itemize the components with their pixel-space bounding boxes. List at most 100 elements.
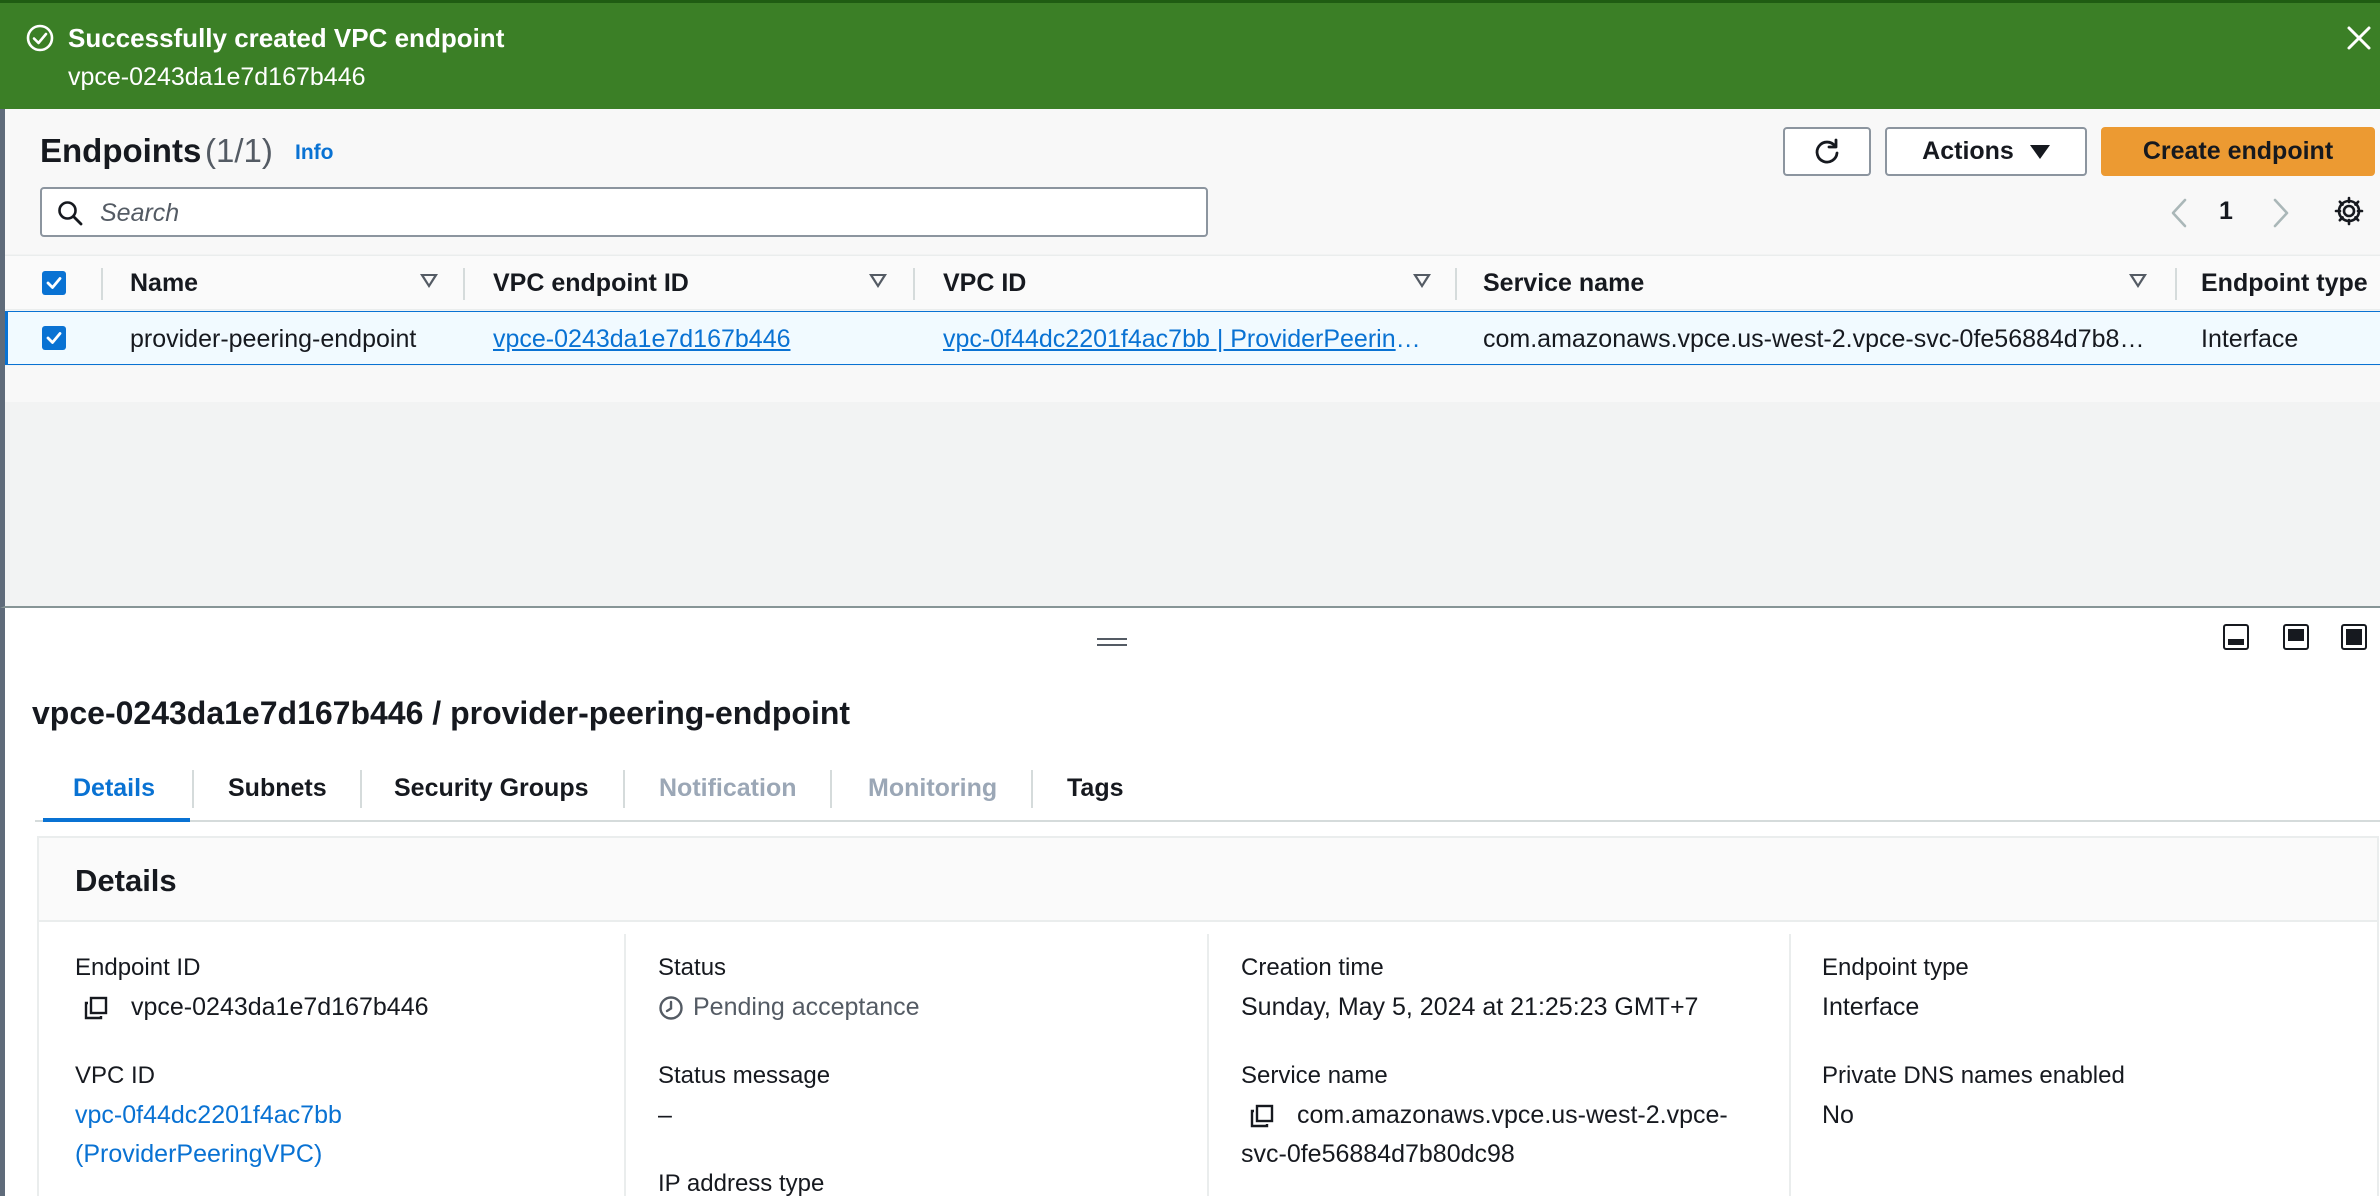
cell-name: provider-peering-endpoint <box>130 312 440 366</box>
section-title: Details <box>75 863 177 898</box>
panel-title: vpce-0243da1e7d167b446 / provider-peerin… <box>32 695 851 731</box>
column-divider[interactable] <box>463 268 465 300</box>
column-header-label: VPC endpoint ID <box>493 269 689 297</box>
endpoint-type-value: Interface <box>1822 993 1920 1021</box>
vpc-name-link[interactable]: (ProviderPeeringVPC) <box>75 1135 322 1173</box>
close-icon[interactable] <box>2344 23 2374 53</box>
service-name-value-line2: svc-0fe56884d7b80dc98 <box>1241 1140 1515 1168</box>
actions-dropdown-button[interactable]: Actions <box>1885 127 2087 176</box>
endpoint-name: provider-peering-endpoint <box>130 324 417 353</box>
creation-time-value: Sunday, May 5, 2024 at 21:25:23 GMT+7 <box>1241 993 1699 1021</box>
tab-monitoring: Monitoring <box>868 773 998 802</box>
sort-icon[interactable] <box>869 274 887 288</box>
sort-icon[interactable] <box>1413 274 1431 288</box>
check-circle-icon <box>26 24 54 52</box>
previous-page-icon[interactable] <box>2168 197 2190 229</box>
column-divider[interactable] <box>913 268 915 300</box>
panel-side-icon[interactable] <box>2283 624 2309 650</box>
cell-service-name: com.amazonaws.vpce.us-west-2.vpce-svc-0f… <box>1483 312 2149 366</box>
service-name-label: Service name <box>1241 1062 1388 1089</box>
flash-message: vpce-0243da1e7d167b446 <box>68 63 366 91</box>
tab-subnets[interactable]: Subnets <box>228 756 327 820</box>
tab-details[interactable]: Details <box>43 756 190 822</box>
endpoint-type: Interface <box>2201 324 2299 353</box>
tab-divider <box>360 770 362 808</box>
column-header-vpc-id[interactable]: VPC ID <box>943 256 1443 311</box>
column-divider <box>624 934 626 1196</box>
resize-handle-icon[interactable] <box>1097 638 1127 648</box>
search-input[interactable] <box>100 197 1190 229</box>
search-field[interactable] <box>40 187 1208 237</box>
column-header-endpoint-type[interactable]: Endpoint type <box>2201 256 2380 311</box>
page-title: Endpoints <box>40 132 202 169</box>
vpc-id-label: VPC ID <box>75 1062 156 1089</box>
refresh-button[interactable] <box>1783 127 1871 176</box>
column-header-label: Service name <box>1483 269 1645 297</box>
endpoint-type-label: Endpoint type <box>1822 954 1969 981</box>
actions-label: Actions <box>1922 137 2014 165</box>
tab-divider <box>623 770 625 808</box>
cell-endpoint-id: vpce-0243da1e7d167b446 <box>493 312 893 366</box>
create-endpoint-button[interactable]: Create endpoint <box>2101 127 2375 176</box>
tab-security-groups[interactable]: Security Groups <box>394 756 589 820</box>
tab-divider <box>192 770 194 808</box>
column-header-service-name[interactable]: Service name <box>1483 256 2163 311</box>
caret-down-icon <box>2029 144 2050 159</box>
endpoints-table-region: Endpoints (1/1) Info Actions Create endp… <box>0 109 2380 608</box>
status-value: Pending acceptance <box>693 993 920 1021</box>
clock-icon <box>659 996 683 1020</box>
column-header-endpoint-id[interactable]: VPC endpoint ID <box>493 256 893 311</box>
endpoint-id-link[interactable]: vpce-0243da1e7d167b446 <box>493 325 893 354</box>
column-header-label: Name <box>130 269 199 297</box>
column-divider <box>1789 934 1791 1196</box>
vpc-id-link[interactable]: vpc-0f44dc2201f4ac7bb <box>75 1096 342 1134</box>
private-dns-label: Private DNS names enabled <box>1822 1062 2125 1089</box>
vpc-id-link[interactable]: vpc-0f44dc2201f4ac7bb | ProviderPeeringV… <box>943 325 1433 354</box>
status-message-value: – <box>658 1101 672 1129</box>
tab-notification: Notification <box>659 773 797 802</box>
copy-icon[interactable] <box>1249 1103 1275 1129</box>
check-icon <box>46 332 62 344</box>
details-container: Details Endpoint ID vpce-0243da1e7d167b4… <box>37 836 2379 1196</box>
status-label: Status <box>658 954 727 981</box>
column-divider <box>101 268 103 300</box>
table-body-padding <box>5 366 2380 402</box>
table-header-row: Name VPC endpoint ID VPC ID Service name… <box>5 255 2380 310</box>
column-header-label: VPC ID <box>943 269 1027 297</box>
gear-icon[interactable] <box>2333 195 2365 227</box>
split-panel: vpce-0243da1e7d167b446 / provider-peerin… <box>0 608 2380 1196</box>
success-flash-banner: Successfully created VPC endpoint vpce-0… <box>0 0 2380 109</box>
info-link[interactable]: Info <box>295 141 333 165</box>
table-row[interactable]: provider-peering-endpoint vpce-0243da1e7… <box>5 311 2380 365</box>
endpoint-id-label: Endpoint ID <box>75 954 201 981</box>
flash-title: Successfully created VPC endpoint <box>68 23 505 53</box>
private-dns-value: No <box>1822 1101 1854 1129</box>
column-divider[interactable] <box>1455 268 1457 300</box>
endpoint-id-value: vpce-0243da1e7d167b446 <box>131 993 429 1021</box>
details-container-header: Details <box>39 838 2377 922</box>
column-divider[interactable] <box>2175 268 2177 300</box>
tab-divider <box>1031 770 1033 808</box>
cell-vpc-id: vpc-0f44dc2201f4ac7bb | ProviderPeeringV… <box>943 312 1433 366</box>
check-icon <box>46 277 62 289</box>
select-all-checkbox[interactable] <box>42 271 66 295</box>
sort-icon[interactable] <box>2129 274 2147 288</box>
tab-divider <box>830 770 832 808</box>
copy-icon[interactable] <box>83 995 109 1021</box>
endpoint-count: (1/1) <box>205 132 273 169</box>
ip-address-type-label: IP address type <box>658 1170 825 1196</box>
status-message-label: Status message <box>658 1062 831 1089</box>
sort-icon[interactable] <box>420 274 438 288</box>
column-header-label: Endpoint type <box>2201 269 2368 297</box>
column-header-name[interactable]: Name <box>130 256 450 311</box>
search-icon <box>58 201 83 226</box>
details-tabs: Details Subnets Security Groups Notifica… <box>35 756 2380 822</box>
service-name: com.amazonaws.vpce.us-west-2.vpce-svc-0f… <box>1483 324 2149 353</box>
row-checkbox[interactable] <box>42 326 66 350</box>
cell-endpoint-type: Interface <box>2201 312 2380 366</box>
panel-bottom-icon[interactable] <box>2223 624 2249 650</box>
panel-full-icon[interactable] <box>2341 624 2367 650</box>
tab-tags[interactable]: Tags <box>1067 756 1124 820</box>
next-page-icon[interactable] <box>2270 197 2292 229</box>
page-number[interactable]: 1 <box>2219 197 2233 226</box>
